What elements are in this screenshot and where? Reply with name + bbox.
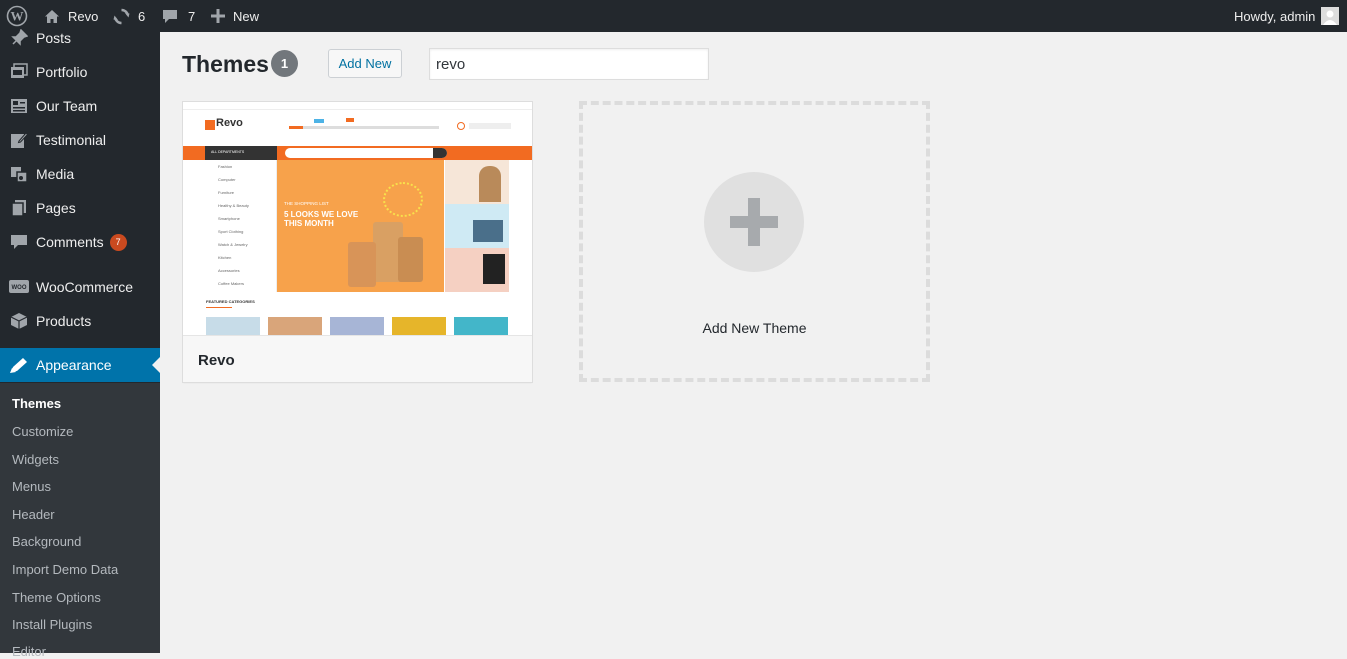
submenu-themes[interactable]: Themes bbox=[12, 396, 61, 411]
menu-products[interactable]: Products bbox=[0, 304, 160, 338]
new-label: New bbox=[233, 8, 260, 24]
comments-link[interactable]: 7 bbox=[162, 0, 195, 32]
menu-pages[interactable]: Pages bbox=[0, 191, 160, 225]
screenshot-all-departments: ALL DEPARTMENTS bbox=[211, 150, 245, 154]
submenu-header[interactable]: Header bbox=[12, 507, 55, 522]
menu-label: Portfolio bbox=[36, 64, 88, 80]
screenshot-category: Smartphone bbox=[218, 216, 240, 221]
menu-testimonial[interactable]: Testimonial bbox=[0, 123, 160, 157]
team-icon bbox=[0, 98, 36, 114]
screenshot-category: Sport Clothing bbox=[218, 229, 244, 234]
submenu-editor[interactable]: Editor bbox=[12, 644, 46, 659]
comments-icon bbox=[0, 233, 36, 251]
submenu-customize[interactable]: Customize bbox=[12, 424, 73, 439]
screenshot-category: Fashion bbox=[218, 164, 233, 169]
testimonial-icon bbox=[0, 131, 36, 149]
add-theme-plus-icon bbox=[704, 172, 804, 272]
menu-our-team[interactable]: Our Team bbox=[0, 89, 160, 123]
screenshot-category: Accessories bbox=[218, 268, 240, 273]
page-title: Themes bbox=[182, 51, 269, 77]
menu-portfolio[interactable]: Portfolio bbox=[0, 55, 160, 89]
menu-label: Appearance bbox=[36, 357, 112, 373]
admin-bar: W Revo 6 7 New Howdy, admin bbox=[0, 0, 1347, 32]
menu-media[interactable]: Media bbox=[0, 157, 160, 191]
submenu-menus[interactable]: Menus bbox=[12, 479, 51, 494]
admin-menu: Posts Portfolio Our Team Testimonial Med… bbox=[0, 29, 160, 659]
screenshot-banner-line2: 5 LOOKS WE LOVE bbox=[284, 210, 359, 219]
screenshot-category: Furniture bbox=[218, 190, 235, 195]
submenu-install-plugins[interactable]: Install Plugins bbox=[12, 617, 92, 632]
my-account-link[interactable]: Howdy, admin bbox=[1234, 0, 1340, 32]
comments-count: 7 bbox=[188, 8, 196, 24]
current-indicator bbox=[152, 357, 160, 373]
menu-label: WooCommerce bbox=[36, 279, 133, 295]
screenshot-featured-title: FEATURED CATEGORIES bbox=[206, 299, 255, 304]
menu-separator bbox=[0, 259, 160, 261]
new-content-link[interactable]: New bbox=[211, 0, 259, 32]
woocommerce-icon: WOO bbox=[0, 279, 36, 295]
menu-label: Posts bbox=[36, 30, 72, 46]
search-themes-input[interactable] bbox=[429, 48, 709, 80]
menu-label: Testimonial bbox=[36, 132, 107, 148]
screenshot-banner-line3: THIS MONTH bbox=[284, 219, 334, 228]
screenshot-category: Computer bbox=[218, 177, 236, 182]
theme-card[interactable]: Revo ALL DEPARTMENTS Fashion Computer Fu… bbox=[182, 101, 533, 383]
theme-name-bar: Revo bbox=[183, 335, 532, 382]
add-new-theme-label: Add New Theme bbox=[702, 320, 807, 336]
menu-appearance[interactable]: Appearance bbox=[0, 348, 160, 382]
greeting: Howdy, admin bbox=[1234, 8, 1316, 24]
screenshot-category: Kitchen bbox=[218, 255, 232, 260]
menu-label: Our Team bbox=[36, 98, 98, 114]
pages-icon bbox=[0, 199, 36, 217]
media-icon bbox=[0, 165, 36, 183]
comment-bubble-icon bbox=[162, 8, 178, 24]
screenshot-banner-line1: THE SHOPPING LIST bbox=[284, 201, 329, 206]
add-new-theme-card[interactable]: Add New Theme bbox=[579, 101, 930, 382]
menu-posts[interactable]: Posts bbox=[0, 21, 160, 55]
screenshot-category: Healthy & Beauty bbox=[218, 203, 249, 208]
main-content: Themes 1 Add New Revo ALL DEPARTMENTS Fa… bbox=[160, 32, 1347, 653]
menu-label: Comments bbox=[36, 234, 104, 250]
theme-count-badge: 1 bbox=[271, 50, 298, 77]
screenshot-category: Watch & Jewelry bbox=[218, 242, 248, 247]
appearance-icon bbox=[0, 356, 36, 374]
menu-woocommerce[interactable]: WOO WooCommerce bbox=[0, 270, 160, 304]
screenshot-logo: Revo bbox=[216, 117, 243, 129]
screenshot-category: Coffee Makers bbox=[218, 281, 244, 286]
theme-screenshot: Revo ALL DEPARTMENTS Fashion Computer Fu… bbox=[183, 102, 532, 335]
add-new-button[interactable]: Add New bbox=[328, 49, 402, 78]
submenu-widgets[interactable]: Widgets bbox=[12, 452, 59, 467]
plus-icon bbox=[211, 9, 225, 23]
theme-name: Revo bbox=[198, 352, 235, 369]
svg-text:WOO: WOO bbox=[12, 285, 27, 291]
menu-comments[interactable]: Comments 7 bbox=[0, 225, 160, 259]
pin-icon bbox=[0, 29, 36, 47]
appearance-submenu: Themes Customize Widgets Menus Header Ba… bbox=[0, 383, 160, 659]
comments-badge: 7 bbox=[109, 233, 127, 251]
submenu-theme-options[interactable]: Theme Options bbox=[12, 590, 101, 605]
menu-label: Products bbox=[36, 313, 92, 329]
submenu-import-demo-data[interactable]: Import Demo Data bbox=[12, 562, 118, 577]
products-icon bbox=[0, 312, 36, 330]
portfolio-icon bbox=[0, 63, 36, 81]
menu-label: Pages bbox=[36, 200, 76, 216]
menu-label: Media bbox=[36, 166, 75, 182]
submenu-background[interactable]: Background bbox=[12, 534, 81, 549]
avatar bbox=[1321, 7, 1340, 25]
